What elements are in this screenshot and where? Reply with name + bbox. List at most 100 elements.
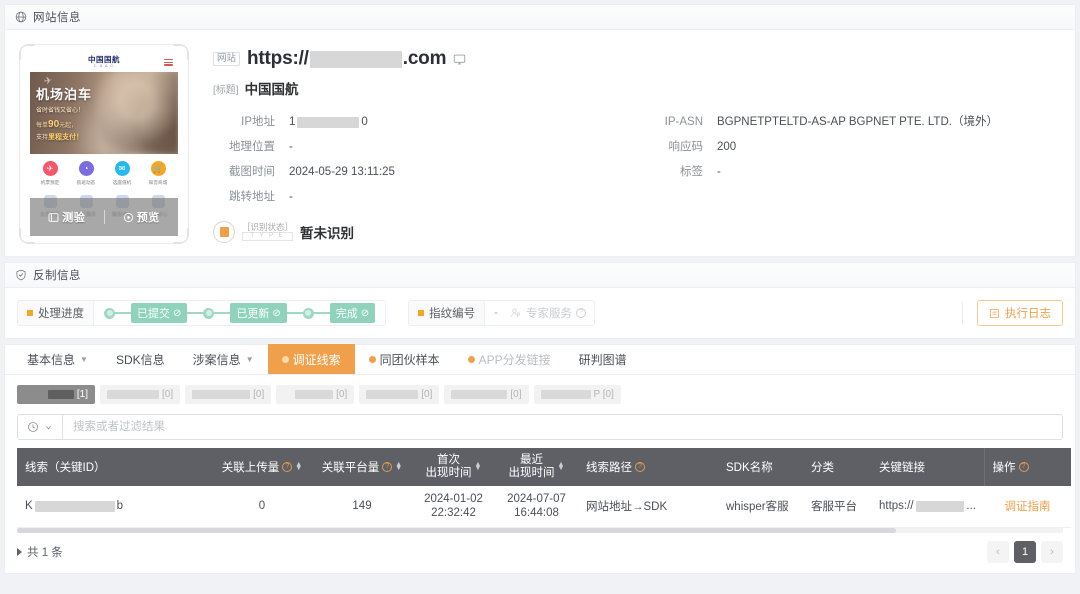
clue-table-wrap: 线索（关键ID） 关联上传量? ▲ ▼ 关联平台量? ▲ ▼ 首次 出现时间 ▲ ▼ 最近 出现时间 ▲ ▼…: [5, 448, 1075, 533]
step-chip-1[interactable]: 已提交 ⊘: [131, 303, 188, 323]
tab-1[interactable]: 基本信息 ▼: [13, 344, 102, 374]
tab-status-dot-icon: [467, 355, 475, 363]
help-icon[interactable]: ?: [1018, 462, 1029, 472]
pagination-page-1[interactable]: 1: [1014, 540, 1036, 563]
field-value: -: [289, 141, 293, 153]
field-value: BGPNETPTELTD-AS-AP BGPNET PTE. LTD.（境外）: [717, 116, 998, 128]
cell-last-seen: 2024-07-07 16:44:08: [495, 486, 578, 528]
table-horizontal-scrollbar[interactable]: [17, 527, 1063, 533]
preview-brand-bar: 中国国航 C A A C: [30, 52, 178, 72]
link-redacted-block: [915, 500, 965, 512]
step-chip-2[interactable]: 已更新 ⊘: [230, 303, 287, 323]
globe-icon: [15, 11, 27, 23]
subtab-count: [0]: [510, 389, 522, 400]
frame-corner-tr: [173, 44, 189, 60]
subtab-3[interactable]: [0]: [185, 385, 272, 404]
subtab-7[interactable]: P [0]: [533, 385, 621, 404]
hamburger-icon[interactable]: [164, 59, 173, 66]
search-input[interactable]: [63, 415, 1062, 439]
total-count[interactable]: 共 1 条: [17, 544, 63, 560]
shield-check-icon: [15, 269, 27, 281]
search-history-dropdown[interactable]: [18, 415, 63, 439]
hero-pay-prefix: 支持: [36, 135, 49, 141]
clue-subtabs: [1] [0] [0] [0] [0] [0] P [0]: [5, 375, 1075, 408]
site-url[interactable]: https:// .com: [247, 48, 446, 70]
history-icon: [27, 421, 39, 433]
cell-platform-count: 149: [312, 486, 412, 528]
table-row[interactable]: Kb 0 149 2024-01-02 22:32:42 2024-07-07 16:44:…: [17, 486, 1071, 528]
subtab-4[interactable]: [0]: [276, 385, 355, 404]
subtab-6[interactable]: [0]: [444, 385, 529, 404]
quick-action-2[interactable]: ◔ 航班动态: [68, 161, 104, 186]
th-4[interactable]: 首次 出现时间 ▲ ▼: [412, 448, 495, 486]
tab-2[interactable]: SDK信息: [102, 344, 179, 374]
search-box[interactable]: [17, 414, 1063, 440]
preview-preview-button[interactable]: 预览: [105, 209, 179, 225]
fingerprint-label: 指纹编号: [409, 301, 486, 325]
step-dot-3: [302, 307, 314, 319]
th-3[interactable]: 关联平台量? ▲ ▼: [312, 448, 412, 486]
field-key: 标签: [680, 166, 703, 178]
help-icon[interactable]: ?: [382, 462, 393, 472]
clue-redacted-block: [34, 500, 115, 512]
sort-icon[interactable]: ▲ ▼: [558, 461, 565, 472]
mail-icon: ✉: [114, 161, 130, 176]
step-dot-2: [203, 307, 215, 319]
quick-action-3[interactable]: ✉ 选座值机: [104, 161, 140, 186]
pagination-next[interactable]: ›: [1041, 540, 1063, 563]
airline-logo: 中国国航 C A A C: [88, 55, 120, 69]
tab-6[interactable]: APP分发链接: [454, 344, 565, 374]
step-label: 已更新: [236, 308, 270, 320]
tab-7[interactable]: 研判图谱: [565, 344, 641, 374]
field-value: -: [717, 166, 721, 178]
bullet-square-icon-2: [418, 310, 425, 316]
chevron-down-icon: [44, 423, 53, 432]
th-5[interactable]: 最近 出现时间 ▲ ▼: [495, 448, 578, 486]
subtab-redacted-label: [540, 390, 591, 399]
tab-3[interactable]: 涉案信息 ▼: [179, 344, 268, 374]
cell-key-link[interactable]: https://...: [871, 486, 984, 528]
help-icon-expert[interactable]: ?: [576, 308, 587, 318]
clue-table: 线索（关键ID） 关联上传量? ▲ ▼ 关联平台量? ▲ ▼ 首次 出现时间 ▲ ▼ 最近 出现时间 ▲ ▼…: [17, 448, 1071, 528]
step-label: 完成: [335, 308, 358, 320]
step-chip-3[interactable]: 完成 ⊘: [329, 303, 376, 323]
help-icon[interactable]: ?: [282, 462, 293, 472]
site-fields-left: IP地址 1 0 地理位置 - 截图时间 2024-05-29 13:11:25 跳转地址 -: [213, 115, 637, 215]
site-fields-right: IP-ASN BGPNETPTELTD-AS-AP BGPNET PTE. LTD…: [637, 115, 1061, 215]
tab-5[interactable]: 同团伙样本: [355, 344, 454, 374]
subtab-5[interactable]: [0]: [359, 385, 440, 404]
quick-action-1[interactable]: ✈ 机票预定: [32, 161, 68, 186]
expert-service-button[interactable]: 专家服务 ?: [510, 301, 594, 325]
monitor-icon[interactable]: [453, 53, 466, 66]
bullet-square-icon: [27, 310, 33, 316]
help-icon[interactable]: ?: [635, 462, 645, 472]
sort-icon[interactable]: ▲ ▼: [395, 461, 402, 472]
th-7: SDK名称: [718, 448, 803, 486]
subtab-1[interactable]: [1]: [17, 385, 95, 404]
subtab-2[interactable]: [0]: [100, 385, 181, 404]
preview-test-button[interactable]: 测验: [30, 209, 104, 225]
th-label: 线索路径: [586, 462, 632, 474]
sort-icon[interactable]: ▲ ▼: [295, 461, 302, 472]
cell-category: 客服平台: [803, 486, 871, 528]
investigation-guide-link[interactable]: 调证指南: [1005, 501, 1051, 513]
field-key: 响应码: [668, 141, 704, 153]
pagination-prev[interactable]: ‹: [987, 540, 1009, 563]
recognition-status-value: 暂未识别: [300, 226, 355, 241]
th-2[interactable]: 关联上传量? ▲ ▼: [212, 448, 312, 486]
log-icon: [989, 308, 1000, 319]
field-row-left-3: 跳转地址 -: [213, 190, 637, 204]
cell-action[interactable]: 调证指南: [984, 486, 1071, 528]
cart-icon: 🛒: [150, 161, 166, 176]
hero-subline: 省时省钱又省心！: [36, 108, 85, 114]
quick-action-4[interactable]: 🛒 知音商城: [140, 161, 176, 186]
sort-icon[interactable]: ▲ ▼: [475, 461, 482, 472]
field-row-right-1: 响应码 200: [637, 140, 1061, 154]
quick-action-label: 航班动态: [76, 180, 96, 186]
subtab-redacted-label: [295, 390, 334, 399]
site-fields: IP地址 1 0 地理位置 - 截图时间 2024-05-29 13:11:25 跳转地址 - …: [213, 115, 1061, 215]
chevron-down-icon: ▼: [245, 354, 254, 364]
site-screenshot-preview[interactable]: 中国国航 C A A C ✈ 机场泊车 省时省钱又省心！ 每单90元起， 支持里…: [19, 44, 191, 244]
tab-4[interactable]: 调证线索: [267, 344, 355, 374]
execution-log-button[interactable]: 执行日志: [977, 300, 1063, 326]
